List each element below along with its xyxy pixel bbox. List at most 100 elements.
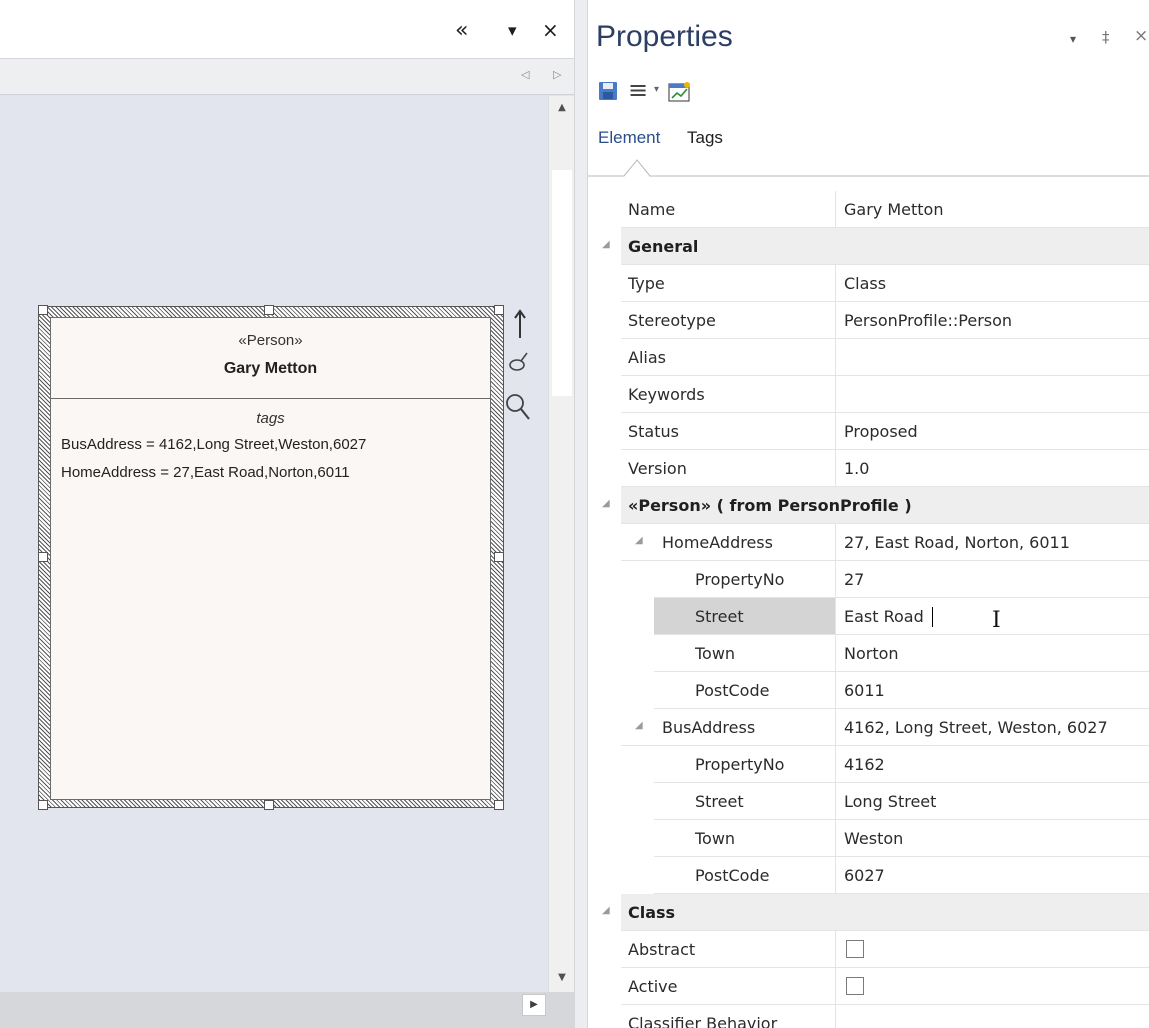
- property-value-cell[interactable]: 6027: [835, 857, 1149, 894]
- nav-back-icon[interactable]: ◁: [521, 68, 529, 81]
- panel-menu-dropdown-button[interactable]: ▾: [508, 23, 517, 40]
- quick-linker-arrow-icon[interactable]: [512, 308, 528, 340]
- property-row-status[interactable]: Status Proposed: [588, 413, 1149, 450]
- close-properties-button[interactable]: ×: [1134, 26, 1148, 46]
- resize-handle-left[interactable]: [38, 552, 48, 562]
- resize-handle-bottom-left[interactable]: [38, 800, 48, 810]
- property-checkbox[interactable]: [846, 977, 864, 995]
- collapse-panel-button[interactable]: «: [455, 20, 468, 42]
- scroll-up-icon[interactable]: ▲: [549, 102, 575, 122]
- property-name-cell[interactable]: «Person» ( from PersonProfile ): [621, 487, 1149, 524]
- person-element[interactable]: «Person» Gary Metton tags BusAddress = 4…: [50, 317, 491, 800]
- property-name-cell[interactable]: Version: [621, 450, 835, 487]
- property-row-version[interactable]: Version 1.0: [588, 450, 1149, 487]
- property-name-cell[interactable]: Type: [621, 265, 835, 302]
- property-row-type[interactable]: Type Class: [588, 265, 1149, 302]
- expand-collapse-icon[interactable]: ◢: [635, 535, 643, 546]
- property-row-town[interactable]: Town Norton: [588, 635, 1149, 672]
- property-name-cell[interactable]: Class: [621, 894, 1149, 931]
- property-value-cell[interactable]: [835, 339, 1149, 376]
- tab-tags[interactable]: Tags: [687, 128, 723, 148]
- list-menu-icon[interactable]: ≡: [628, 76, 648, 104]
- resize-handle-bottom-right[interactable]: [494, 800, 504, 810]
- property-value-cell[interactable]: 4162: [835, 746, 1149, 783]
- property-value-cell[interactable]: [835, 376, 1149, 413]
- property-name-cell[interactable]: Street: [654, 783, 835, 820]
- panel-splitter[interactable]: [574, 0, 588, 1028]
- property-name-cell[interactable]: Alias: [621, 339, 835, 376]
- property-name-cell[interactable]: General: [621, 228, 1149, 265]
- resize-handle-top-right[interactable]: [494, 305, 504, 315]
- property-name-cell[interactable]: PropertyNo: [654, 746, 835, 783]
- tab-element[interactable]: Element: [598, 128, 660, 148]
- expand-collapse-icon[interactable]: ◢: [635, 720, 643, 731]
- property-name-cell[interactable]: Abstract: [621, 931, 835, 968]
- scroll-down-icon[interactable]: ▼: [549, 972, 575, 992]
- property-name-cell[interactable]: Stereotype: [621, 302, 835, 339]
- group-row-general[interactable]: General ◢: [588, 228, 1149, 265]
- diagram-vertical-scrollbar[interactable]: ▲ ▼: [548, 96, 574, 992]
- property-value-cell[interactable]: [835, 968, 1149, 1005]
- scrollbar-thumb[interactable]: [552, 170, 572, 396]
- resize-handle-top-left[interactable]: [38, 305, 48, 315]
- property-value-cell[interactable]: Proposed: [835, 413, 1149, 450]
- property-name-cell[interactable]: Street: [654, 598, 835, 635]
- property-row-busaddress[interactable]: BusAddress ◢ 4162, Long Street, Weston, 60…: [588, 709, 1149, 746]
- expand-collapse-icon[interactable]: ◢: [602, 905, 610, 916]
- property-checkbox[interactable]: [846, 940, 864, 958]
- property-row-active[interactable]: Active: [588, 968, 1149, 1005]
- property-row-alias[interactable]: Alias: [588, 339, 1149, 376]
- property-name-cell[interactable]: PostCode: [654, 857, 835, 894]
- property-value-cell[interactable]: Weston: [835, 820, 1149, 857]
- properties-menu-dropdown-button[interactable]: ▾: [1070, 32, 1076, 46]
- property-value-cell[interactable]: 4162, Long Street, Weston, 6027: [835, 709, 1149, 746]
- property-value-cell[interactable]: Norton: [835, 635, 1149, 672]
- property-value-cell[interactable]: 27, East Road, Norton, 6011: [835, 524, 1149, 561]
- property-row-propertyno[interactable]: PropertyNo 4162: [588, 746, 1149, 783]
- property-name-cell[interactable]: Classifier Behavior: [621, 1005, 835, 1028]
- property-row-classifier-behavior[interactable]: Classifier Behavior: [588, 1005, 1149, 1028]
- group-row-person-from-personprofile[interactable]: «Person» ( from PersonProfile ) ◢: [588, 487, 1149, 524]
- property-name-cell[interactable]: PropertyNo: [654, 561, 835, 598]
- resize-handle-bottom[interactable]: [264, 800, 274, 810]
- diagram-horizontal-scrollbar[interactable]: ▶: [0, 992, 574, 1028]
- property-name-cell[interactable]: Status: [621, 413, 835, 450]
- property-row-name[interactable]: Name Gary Metton: [588, 191, 1149, 228]
- property-row-street[interactable]: Street Long Street: [588, 783, 1149, 820]
- group-row-class[interactable]: Class ◢: [588, 894, 1149, 931]
- resize-handle-right[interactable]: [494, 552, 504, 562]
- property-name-cell[interactable]: Town: [654, 635, 835, 672]
- property-name-cell[interactable]: BusAddress: [621, 709, 835, 746]
- property-name-cell[interactable]: Name: [621, 191, 835, 228]
- properties-chart-icon[interactable]: [668, 81, 692, 103]
- property-value[interactable]: East Road: [844, 607, 924, 626]
- property-name-cell[interactable]: Keywords: [621, 376, 835, 413]
- expand-collapse-icon[interactable]: ◢: [602, 239, 610, 250]
- pin-panel-icon[interactable]: ‡: [1102, 28, 1110, 46]
- property-name-cell[interactable]: Town: [654, 820, 835, 857]
- property-name-cell[interactable]: Active: [621, 968, 835, 1005]
- resize-handle-top[interactable]: [264, 305, 274, 315]
- list-menu-dropdown-icon[interactable]: ▾: [654, 84, 659, 95]
- property-row-postcode[interactable]: PostCode 6027: [588, 857, 1149, 894]
- property-value-cell[interactable]: Class: [835, 265, 1149, 302]
- property-value-cell[interactable]: Long Street: [835, 783, 1149, 820]
- property-row-propertyno[interactable]: PropertyNo 27: [588, 561, 1149, 598]
- property-value-cell[interactable]: Gary Metton: [835, 191, 1149, 228]
- close-panel-button[interactable]: ×: [542, 20, 559, 40]
- format-painter-icon[interactable]: [507, 350, 529, 374]
- zoom-magnifier-icon[interactable]: [504, 392, 532, 422]
- property-value-cell[interactable]: 27: [835, 561, 1149, 598]
- property-row-abstract[interactable]: Abstract: [588, 931, 1149, 968]
- property-value-cell[interactable]: PersonProfile::Person: [835, 302, 1149, 339]
- property-value-cell[interactable]: [835, 931, 1149, 968]
- property-value-cell[interactable]: 6011: [835, 672, 1149, 709]
- property-value-cell[interactable]: [835, 1005, 1149, 1028]
- scroll-right-icon[interactable]: ▶: [522, 994, 546, 1016]
- property-row-stereotype[interactable]: Stereotype PersonProfile::Person: [588, 302, 1149, 339]
- save-icon[interactable]: [598, 81, 618, 101]
- property-row-keywords[interactable]: Keywords: [588, 376, 1149, 413]
- property-row-homeaddress[interactable]: HomeAddress ◢ 27, East Road, Norton, 6011: [588, 524, 1149, 561]
- nav-forward-icon[interactable]: ▷: [553, 68, 561, 81]
- property-name-cell[interactable]: PostCode: [654, 672, 835, 709]
